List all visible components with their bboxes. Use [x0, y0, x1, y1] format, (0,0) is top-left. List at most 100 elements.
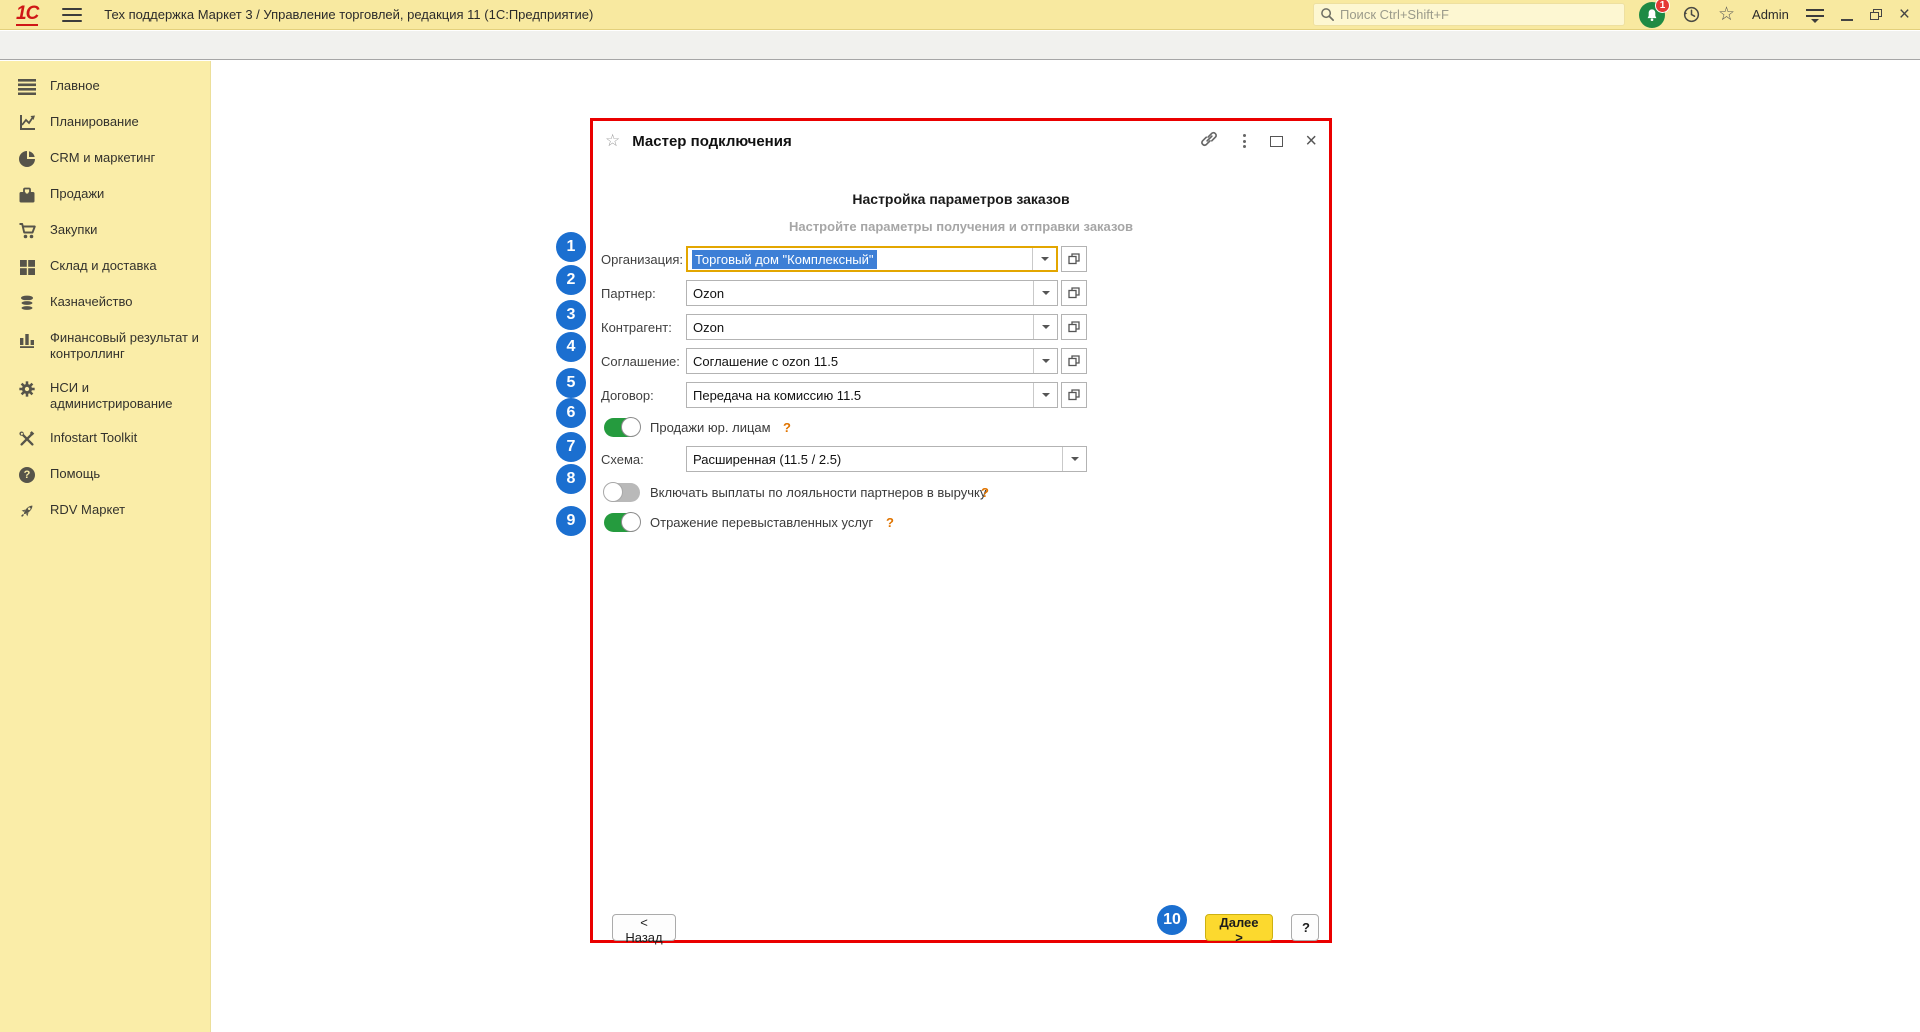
partner-field[interactable]: Ozon — [686, 280, 1058, 306]
dropdown-arrow-button[interactable] — [1033, 383, 1057, 407]
sidebar-item-label: Помощь — [50, 466, 101, 481]
notification-count-badge: 1 — [1654, 0, 1670, 13]
rocket-icon — [16, 502, 38, 520]
hamburger-menu-icon[interactable] — [62, 7, 83, 22]
legal-sales-toggle[interactable] — [604, 417, 641, 437]
wizard-heading: Настройка параметров заказов — [852, 191, 1070, 207]
toolbar-strip — [0, 31, 1920, 60]
annotation-badge-6: 6 — [556, 398, 586, 428]
sidebar-item-label: RDV Маркет — [50, 502, 126, 517]
help-link[interactable]: ? — [783, 420, 791, 435]
dropdown-arrow-button[interactable] — [1032, 248, 1056, 270]
dialog-header: ☆ Мастер подключения × — [593, 121, 1329, 161]
sidebar-item-purchases[interactable]: Закупки — [0, 213, 210, 249]
global-search[interactable] — [1312, 3, 1625, 26]
1c-logo-icon[interactable]: 1С — [16, 4, 39, 26]
sidebar-item-home[interactable]: Главное — [0, 69, 210, 105]
sidebar-item-finance[interactable]: Финансовый результат и контроллинг — [0, 321, 210, 371]
open-button[interactable] — [1061, 246, 1087, 272]
dropdown-arrow-button[interactable] — [1033, 281, 1057, 305]
annotation-badge-4: 4 — [556, 332, 586, 362]
contract-field[interactable]: Передача на комиссию 11.5 — [686, 382, 1058, 408]
help-link[interactable]: ? — [886, 515, 894, 530]
field-value: Ozon — [693, 285, 725, 301]
window-title: Тех поддержка Маркет 3 / Управление торг… — [104, 7, 594, 22]
field-label: Соглашение: — [601, 353, 680, 369]
annotation-badge-7: 7 — [556, 432, 586, 462]
field-label: Контрагент: — [601, 319, 672, 335]
back-button[interactable]: < Назад — [612, 914, 676, 945]
cart-icon — [16, 222, 38, 240]
notifications-button[interactable]: 1 — [1638, 0, 1670, 28]
annotation-badge-2: 2 — [556, 265, 586, 295]
sidebar-item-label: Казначейство — [50, 294, 133, 309]
wizard-dialog: ☆ Мастер подключения × Настройка парамет… — [556, 118, 1332, 945]
dialog-help-button[interactable]: ? — [1291, 914, 1319, 941]
open-button[interactable] — [1061, 280, 1087, 306]
schema-field[interactable]: Расширенная (11.5 / 2.5) — [686, 446, 1087, 472]
history-icon[interactable] — [1682, 5, 1701, 24]
search-input[interactable] — [1339, 7, 1618, 22]
sidebar-item-label: Планирование — [50, 114, 139, 129]
field-label: Партнер: — [601, 285, 656, 301]
sidebar-item-warehouse[interactable]: Склад и доставка — [0, 249, 210, 285]
agreement-field[interactable]: Соглашение с ozon 11.5 — [686, 348, 1058, 374]
open-button[interactable] — [1061, 382, 1087, 408]
dropdown-arrow-button[interactable] — [1062, 447, 1086, 471]
restore-window-icon[interactable] — [1869, 9, 1882, 20]
sidebar-item-infostart[interactable]: Infostart Toolkit — [0, 421, 210, 457]
more-options-icon[interactable] — [1241, 132, 1248, 150]
sidebar-item-nsi-admin[interactable]: НСИ и администрирование — [0, 371, 210, 421]
sidebar-item-crm[interactable]: CRM и маркетинг — [0, 141, 210, 177]
minimize-icon[interactable] — [1840, 9, 1853, 21]
tools-icon — [16, 430, 38, 448]
favorites-star-icon[interactable]: ☆ — [1718, 5, 1735, 24]
field-value: Расширенная (11.5 / 2.5) — [693, 451, 842, 467]
gear-icon — [16, 380, 38, 398]
open-button[interactable] — [1061, 348, 1087, 374]
field-label: Схема: — [601, 451, 644, 467]
briefcase-icon — [16, 186, 38, 204]
organization-field[interactable]: Торговый дом "Комплексный" — [686, 246, 1058, 272]
search-icon — [1321, 8, 1334, 21]
annotation-badge-1: 1 — [556, 232, 586, 262]
sidebar-item-treasury[interactable]: Казначейство — [0, 285, 210, 321]
field-value: Соглашение с ozon 11.5 — [693, 353, 839, 369]
toggle-label: Продажи юр. лицам — [650, 419, 771, 435]
annotation-badge-10: 10 — [1157, 905, 1187, 935]
dropdown-arrow-button[interactable] — [1033, 349, 1057, 373]
reinvoiced-services-toggle[interactable] — [604, 512, 641, 532]
favorite-star-icon[interactable]: ☆ — [605, 131, 620, 151]
loyalty-payments-toggle[interactable] — [603, 482, 640, 502]
sidebar-item-label: Склад и доставка — [50, 258, 157, 273]
sidebar-item-sales[interactable]: Продажи — [0, 177, 210, 213]
help-icon: ? — [16, 466, 38, 484]
next-button[interactable]: Далее > — [1205, 914, 1273, 945]
sidebar-item-label: Infostart Toolkit — [50, 430, 138, 445]
field-value: Передача на комиссию 11.5 — [693, 387, 862, 403]
maximize-icon[interactable] — [1270, 135, 1284, 147]
annotation-badge-8: 8 — [556, 464, 586, 494]
sidebar-item-label: Главное — [50, 78, 100, 93]
annotation-badge-9: 9 — [556, 506, 586, 536]
pie-chart-icon — [16, 150, 38, 168]
field-label: Договор: — [601, 387, 654, 403]
sidebar-item-help[interactable]: ? Помощь — [0, 457, 210, 493]
annotation-badge-5: 5 — [556, 368, 586, 398]
counterparty-field[interactable]: Ozon — [686, 314, 1058, 340]
link-icon[interactable] — [1200, 129, 1219, 153]
open-button[interactable] — [1061, 314, 1087, 340]
user-menu-icon[interactable] — [1805, 8, 1824, 23]
dropdown-arrow-button[interactable] — [1033, 315, 1057, 339]
close-window-icon[interactable]: × — [1899, 5, 1910, 24]
field-label: Организация: — [601, 251, 684, 267]
sidebar: Главное Планирование CRM и маркетинг Про… — [0, 61, 211, 1032]
help-link[interactable]: ? — [981, 485, 989, 500]
planning-chart-icon — [16, 114, 38, 132]
sidebar-item-rdv-market[interactable]: RDV Маркет — [0, 493, 210, 529]
close-dialog-icon[interactable]: × — [1305, 131, 1317, 151]
sidebar-item-planning[interactable]: Планирование — [0, 105, 210, 141]
bar-chart-icon — [16, 330, 38, 348]
current-user-label[interactable]: Admin — [1752, 7, 1789, 22]
menu-lines-icon — [16, 78, 38, 96]
